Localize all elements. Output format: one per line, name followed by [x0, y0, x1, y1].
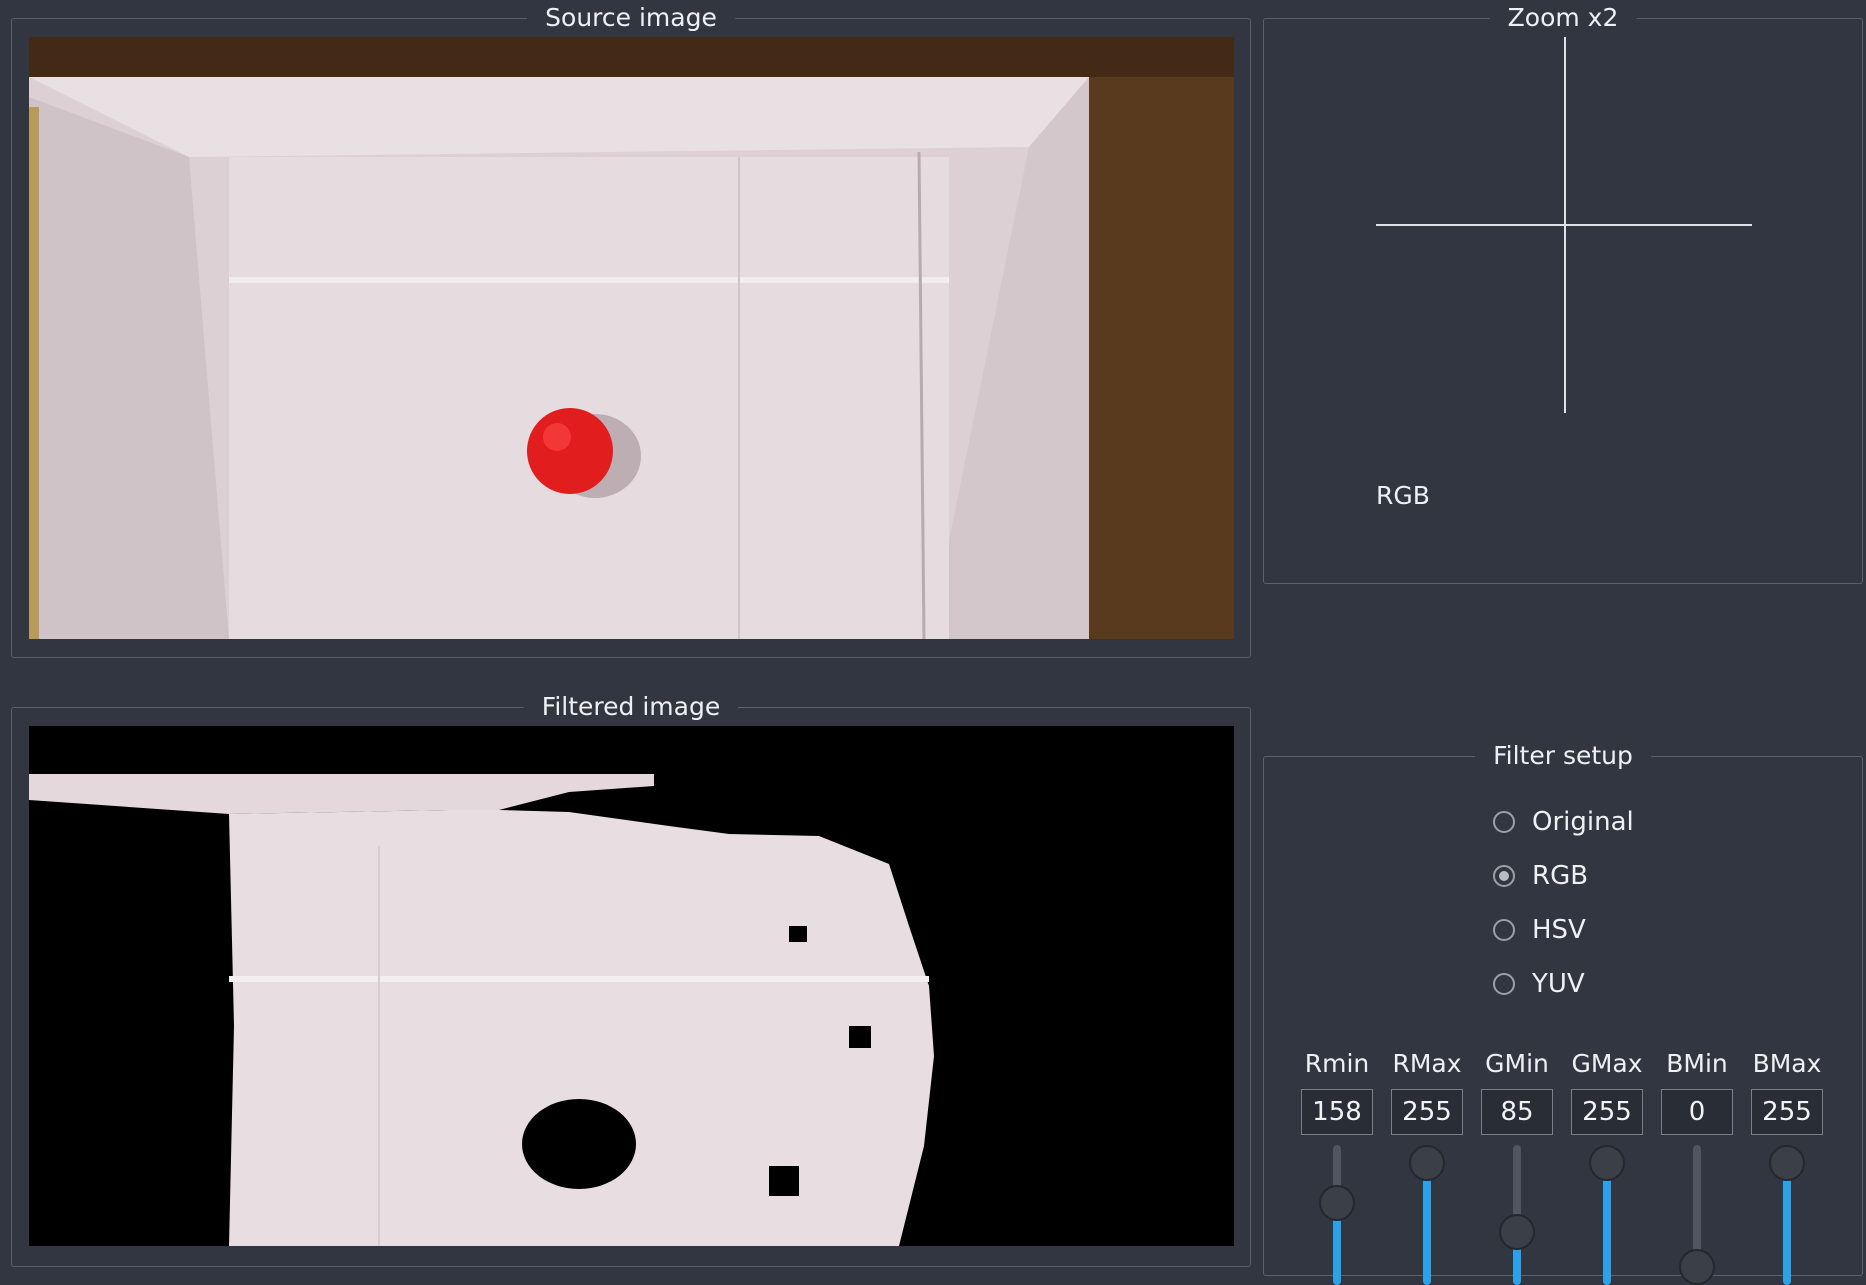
- slider-gmin: GMin 85: [1479, 1047, 1555, 1285]
- radio-button[interactable]: [1493, 811, 1515, 833]
- slider-label: GMax: [1571, 1049, 1643, 1078]
- radio-label: RGB: [1532, 861, 1589, 891]
- slider-fill: [1423, 1163, 1431, 1285]
- slider-label: BMin: [1666, 1049, 1728, 1078]
- slider-track[interactable]: [1319, 1145, 1355, 1285]
- filtered-image-title: Filtered image: [523, 692, 739, 722]
- slider-value-field[interactable]: 255: [1751, 1089, 1823, 1135]
- slider-handle[interactable]: [1319, 1184, 1355, 1221]
- slider-track[interactable]: [1409, 1145, 1445, 1285]
- filtered-image-group: Filtered image: [11, 692, 1251, 1267]
- filtered-image-view[interactable]: [29, 726, 1234, 1246]
- filter-mode-radio-group: Original RGB HSV YUV: [1493, 795, 1634, 1011]
- radio-button[interactable]: [1493, 919, 1515, 941]
- filter-setup-title: Filter setup: [1475, 741, 1651, 771]
- radio-label: HSV: [1532, 915, 1586, 945]
- slider-bmax: BMax 255: [1749, 1047, 1825, 1285]
- radio-button[interactable]: [1493, 973, 1515, 995]
- slider-label: RMax: [1392, 1049, 1462, 1078]
- radio-label: YUV: [1532, 969, 1585, 999]
- slider-handle[interactable]: [1409, 1145, 1445, 1181]
- slider-rmax: RMax 255: [1389, 1047, 1465, 1285]
- slider-value-field[interactable]: 85: [1481, 1089, 1553, 1135]
- zoom-title: Zoom x2: [1489, 3, 1637, 33]
- zoom-group: Zoom x2 RGB: [1263, 3, 1863, 584]
- slider-track[interactable]: [1499, 1145, 1535, 1285]
- slider-fill: [1603, 1163, 1611, 1285]
- slider-handle[interactable]: [1769, 1145, 1805, 1181]
- radio-label: Original: [1532, 807, 1634, 837]
- radio-hsv[interactable]: HSV: [1493, 903, 1634, 957]
- zoom-mode-label: RGB: [1376, 481, 1430, 510]
- slider-value-field[interactable]: 158: [1301, 1089, 1373, 1135]
- radio-button[interactable]: [1493, 865, 1515, 887]
- filter-setup-group: Filter setup Original RGB HSV YUV Rmin 1…: [1263, 741, 1863, 1285]
- slider-label: Rmin: [1304, 1049, 1370, 1078]
- slider-handle[interactable]: [1679, 1249, 1715, 1285]
- slider-bmin: BMin 0: [1659, 1047, 1735, 1285]
- radio-rgb[interactable]: RGB: [1493, 849, 1634, 903]
- slider-track[interactable]: [1589, 1145, 1625, 1285]
- source-image-title: Source image: [527, 3, 735, 33]
- slider-fill: [1783, 1163, 1791, 1285]
- slider-value-field[interactable]: 255: [1391, 1089, 1463, 1135]
- slider-value-field[interactable]: 0: [1661, 1089, 1733, 1135]
- slider-handle[interactable]: [1589, 1145, 1625, 1181]
- slider-track[interactable]: [1769, 1145, 1805, 1285]
- source-photo: [29, 37, 1234, 639]
- slider-gmax: GMax 255: [1569, 1047, 1645, 1285]
- slider-label: BMax: [1752, 1049, 1822, 1078]
- slider-rmin: Rmin 158: [1299, 1047, 1375, 1285]
- slider-label: GMin: [1485, 1049, 1549, 1078]
- slider-handle[interactable]: [1499, 1214, 1535, 1251]
- source-image-view[interactable]: [29, 37, 1234, 639]
- radio-original[interactable]: Original: [1493, 795, 1634, 849]
- slider-value-field[interactable]: 255: [1571, 1089, 1643, 1135]
- crosshair-horizontal: [1376, 224, 1752, 226]
- radio-yuv[interactable]: YUV: [1493, 957, 1634, 1011]
- filtered-photo: [29, 726, 1234, 1246]
- slider-track[interactable]: [1679, 1145, 1715, 1285]
- source-image-group: Source image: [11, 3, 1251, 658]
